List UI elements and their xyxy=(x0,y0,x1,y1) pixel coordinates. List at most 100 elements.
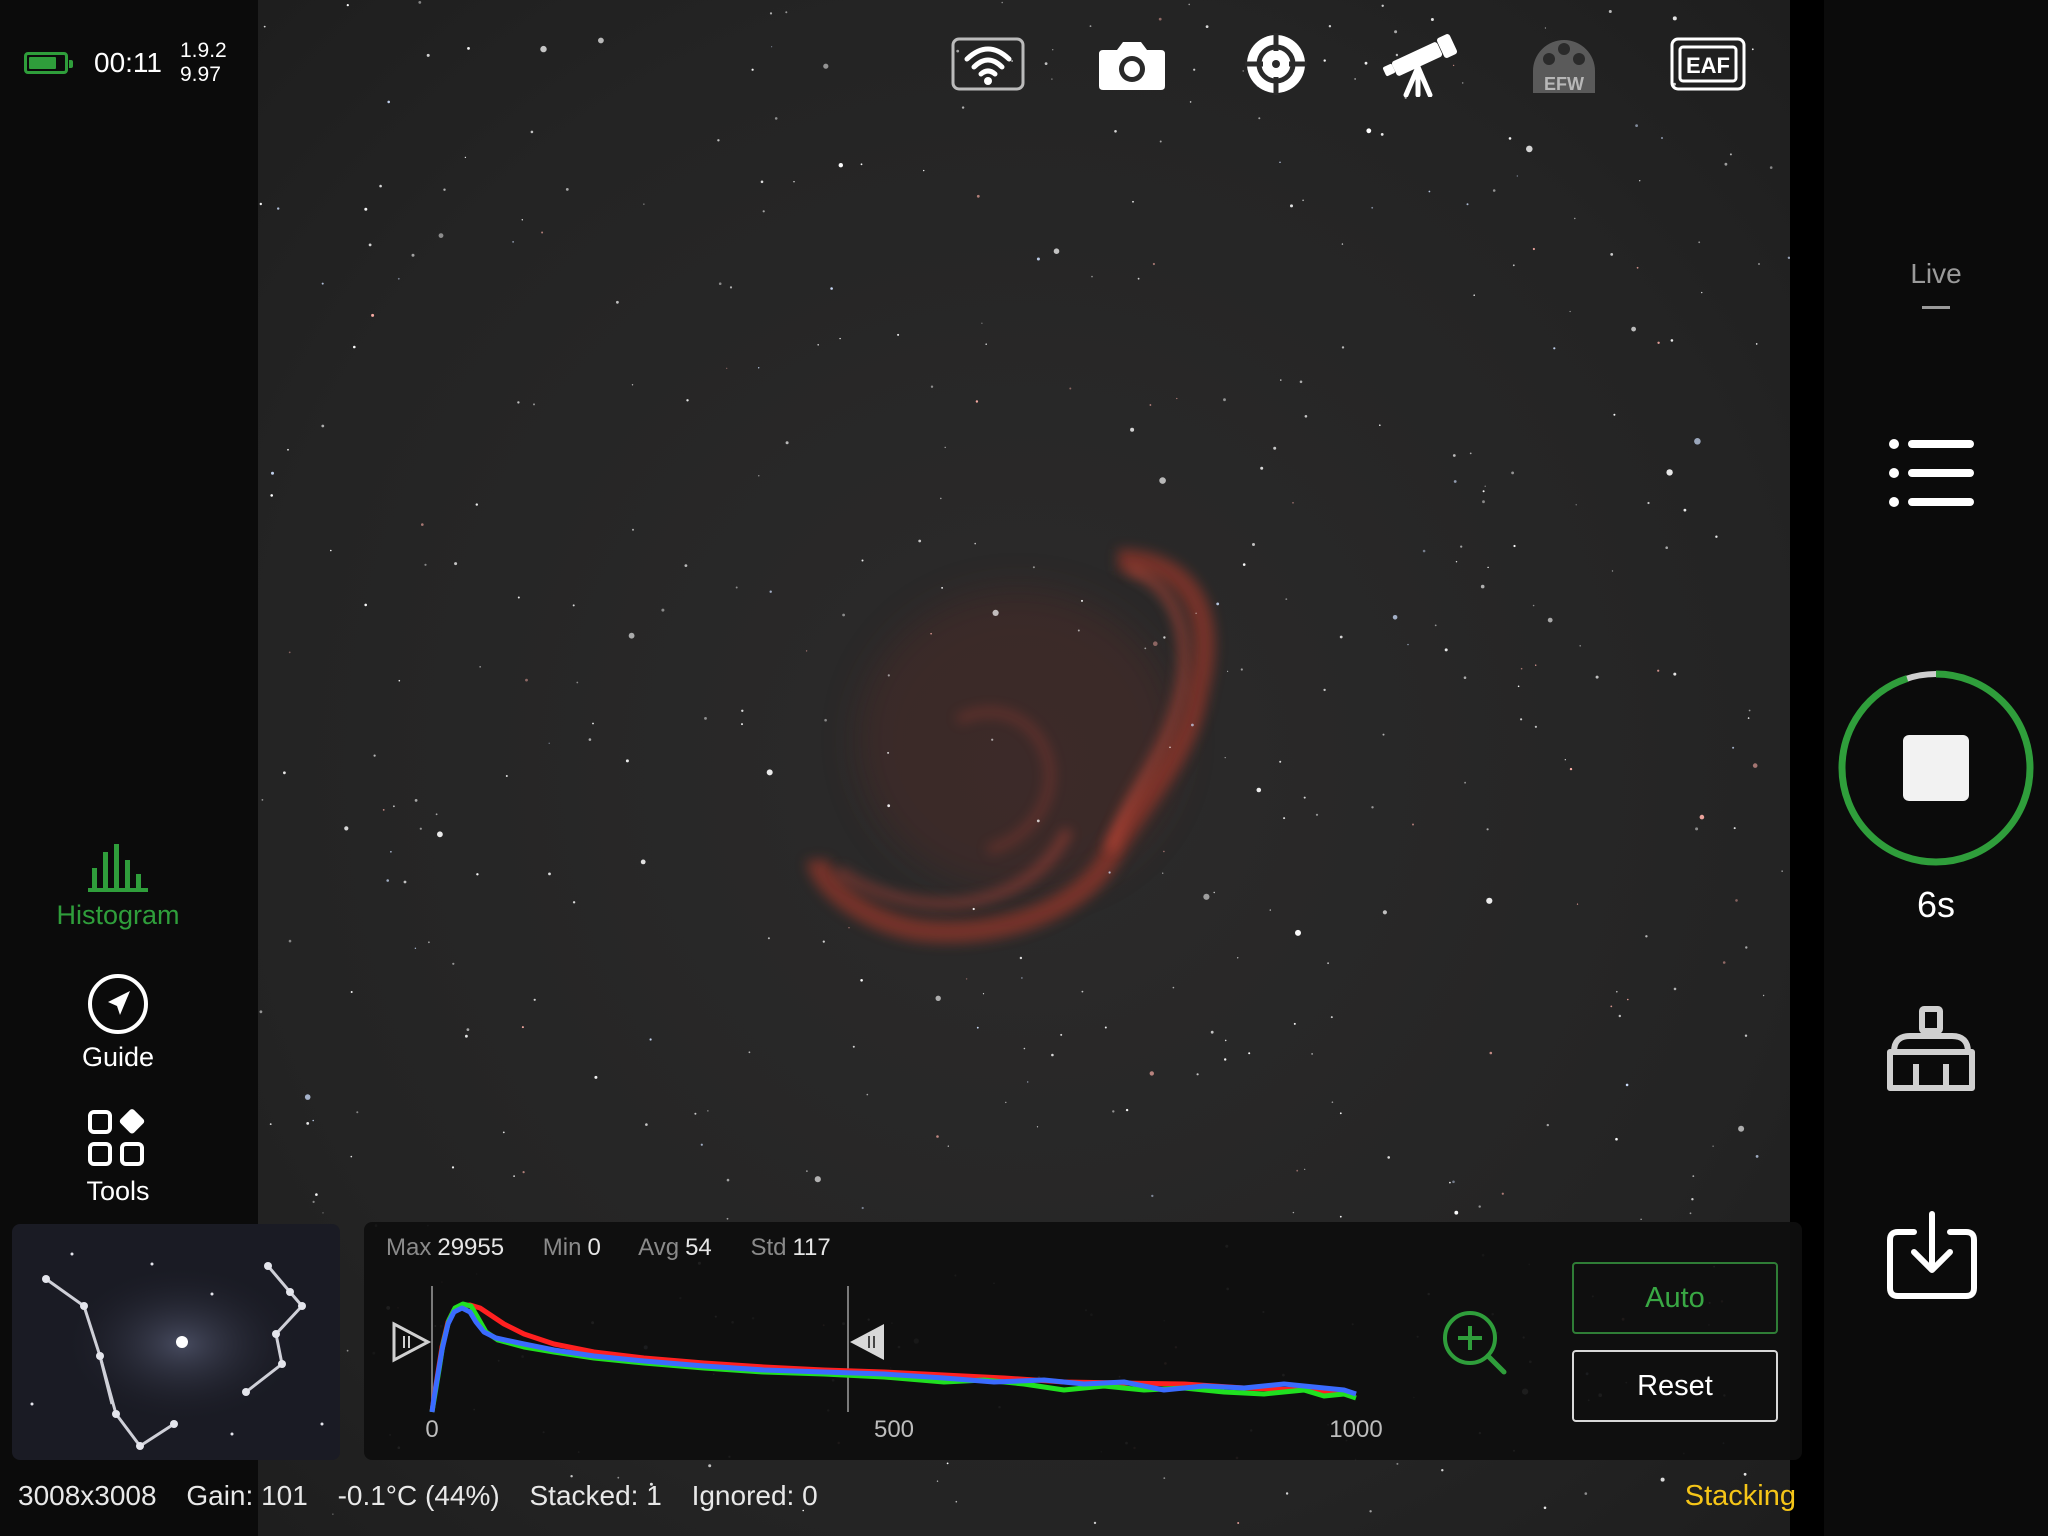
star xyxy=(1285,598,1288,600)
star xyxy=(700,1143,703,1146)
save-button[interactable] xyxy=(1886,1210,1978,1305)
star xyxy=(270,494,273,497)
camera-icon xyxy=(1099,42,1165,90)
star xyxy=(397,277,400,280)
star xyxy=(1666,469,1673,476)
star xyxy=(414,947,417,949)
star xyxy=(1125,1108,1129,1112)
star xyxy=(1608,10,1612,13)
star xyxy=(686,399,689,402)
left-triangle-handle-icon[interactable] xyxy=(392,1321,432,1363)
star xyxy=(1296,1169,1299,1172)
star xyxy=(530,130,534,134)
eaf-button[interactable]: EAF xyxy=(1668,26,1748,102)
star xyxy=(1112,1110,1115,1113)
star xyxy=(1412,823,1414,826)
star xyxy=(887,804,891,808)
star xyxy=(1478,1205,1481,1208)
gain: Gain: 101 xyxy=(186,1480,308,1511)
star xyxy=(476,873,479,876)
tool-histogram[interactable]: Histogram xyxy=(0,842,236,931)
star xyxy=(1639,180,1641,182)
star xyxy=(1323,688,1326,692)
star xyxy=(1304,1168,1306,1170)
star xyxy=(1213,891,1215,894)
star xyxy=(1279,760,1282,763)
star xyxy=(1021,977,1023,979)
star xyxy=(1327,962,1329,965)
star xyxy=(1441,1469,1444,1472)
star xyxy=(548,742,550,744)
battery-fill xyxy=(29,57,57,69)
star xyxy=(1396,1462,1399,1465)
right-triangle-handle-icon[interactable] xyxy=(850,1324,884,1360)
star xyxy=(1694,438,1701,445)
star xyxy=(502,1131,505,1134)
tool-guide[interactable]: Guide xyxy=(0,972,236,1073)
star xyxy=(522,1171,525,1174)
star xyxy=(1455,561,1458,563)
star xyxy=(356,1111,359,1114)
star xyxy=(940,497,942,500)
zoom-in-button[interactable] xyxy=(1440,1308,1510,1378)
star xyxy=(1508,137,1512,140)
wifi-button[interactable] xyxy=(948,26,1028,102)
mode-live-tab[interactable]: Live xyxy=(1824,258,2048,290)
star xyxy=(1513,544,1516,548)
star xyxy=(1081,599,1083,602)
auto-button[interactable]: Auto xyxy=(1572,1262,1778,1334)
star xyxy=(283,771,286,775)
star xyxy=(259,1010,263,1014)
avg-value: 54 xyxy=(685,1234,712,1261)
star xyxy=(1520,667,1523,670)
star xyxy=(793,181,795,183)
eaf-text: EAF xyxy=(1686,53,1730,78)
star xyxy=(1330,1016,1333,1019)
star xyxy=(1163,1477,1166,1479)
sky-map-thumbnail[interactable] xyxy=(12,1224,340,1460)
star xyxy=(1195,612,1197,614)
star xyxy=(1576,903,1579,905)
star xyxy=(1733,827,1736,830)
live-tab-underline xyxy=(1922,306,1950,309)
black-point-handle[interactable] xyxy=(392,1321,432,1363)
target-button[interactable] xyxy=(1236,26,1316,102)
reset-button[interactable]: Reset xyxy=(1572,1350,1778,1422)
battery-icon xyxy=(24,52,73,74)
star xyxy=(1715,535,1718,538)
star xyxy=(897,333,900,336)
star xyxy=(1304,415,1308,418)
star xyxy=(751,68,754,71)
broom-clear-icon xyxy=(1887,1006,1975,1091)
star xyxy=(1331,1101,1334,1103)
clear-button[interactable] xyxy=(1886,1006,1976,1097)
star xyxy=(771,46,773,48)
axis-tick-1000: 1000 xyxy=(1329,1416,1383,1443)
star xyxy=(1460,545,1463,548)
white-point-handle[interactable] xyxy=(850,1324,884,1360)
star xyxy=(572,604,575,607)
efw-button[interactable]: EFW xyxy=(1524,26,1604,102)
star xyxy=(332,1513,334,1515)
star xyxy=(1382,910,1387,915)
list-button[interactable] xyxy=(1886,436,1976,515)
star xyxy=(1698,241,1701,244)
star xyxy=(661,608,665,612)
star xyxy=(1108,871,1111,874)
eaf-focuser-icon: EAF xyxy=(1670,37,1746,91)
star xyxy=(512,241,514,243)
star xyxy=(387,100,390,104)
star xyxy=(769,590,772,593)
star xyxy=(1176,397,1178,400)
star xyxy=(390,851,392,853)
star xyxy=(1610,1005,1613,1008)
star xyxy=(1379,424,1381,427)
list-icon xyxy=(1889,439,1974,507)
camera-button[interactable] xyxy=(1092,26,1172,102)
compass-icon xyxy=(88,974,148,1034)
telescope-button[interactable] xyxy=(1380,26,1460,102)
star xyxy=(541,231,544,234)
histogram-red-channel xyxy=(429,1302,1357,1413)
tool-tools[interactable]: Tools xyxy=(0,1108,236,1207)
stop-capture-button[interactable] xyxy=(1836,668,2036,868)
